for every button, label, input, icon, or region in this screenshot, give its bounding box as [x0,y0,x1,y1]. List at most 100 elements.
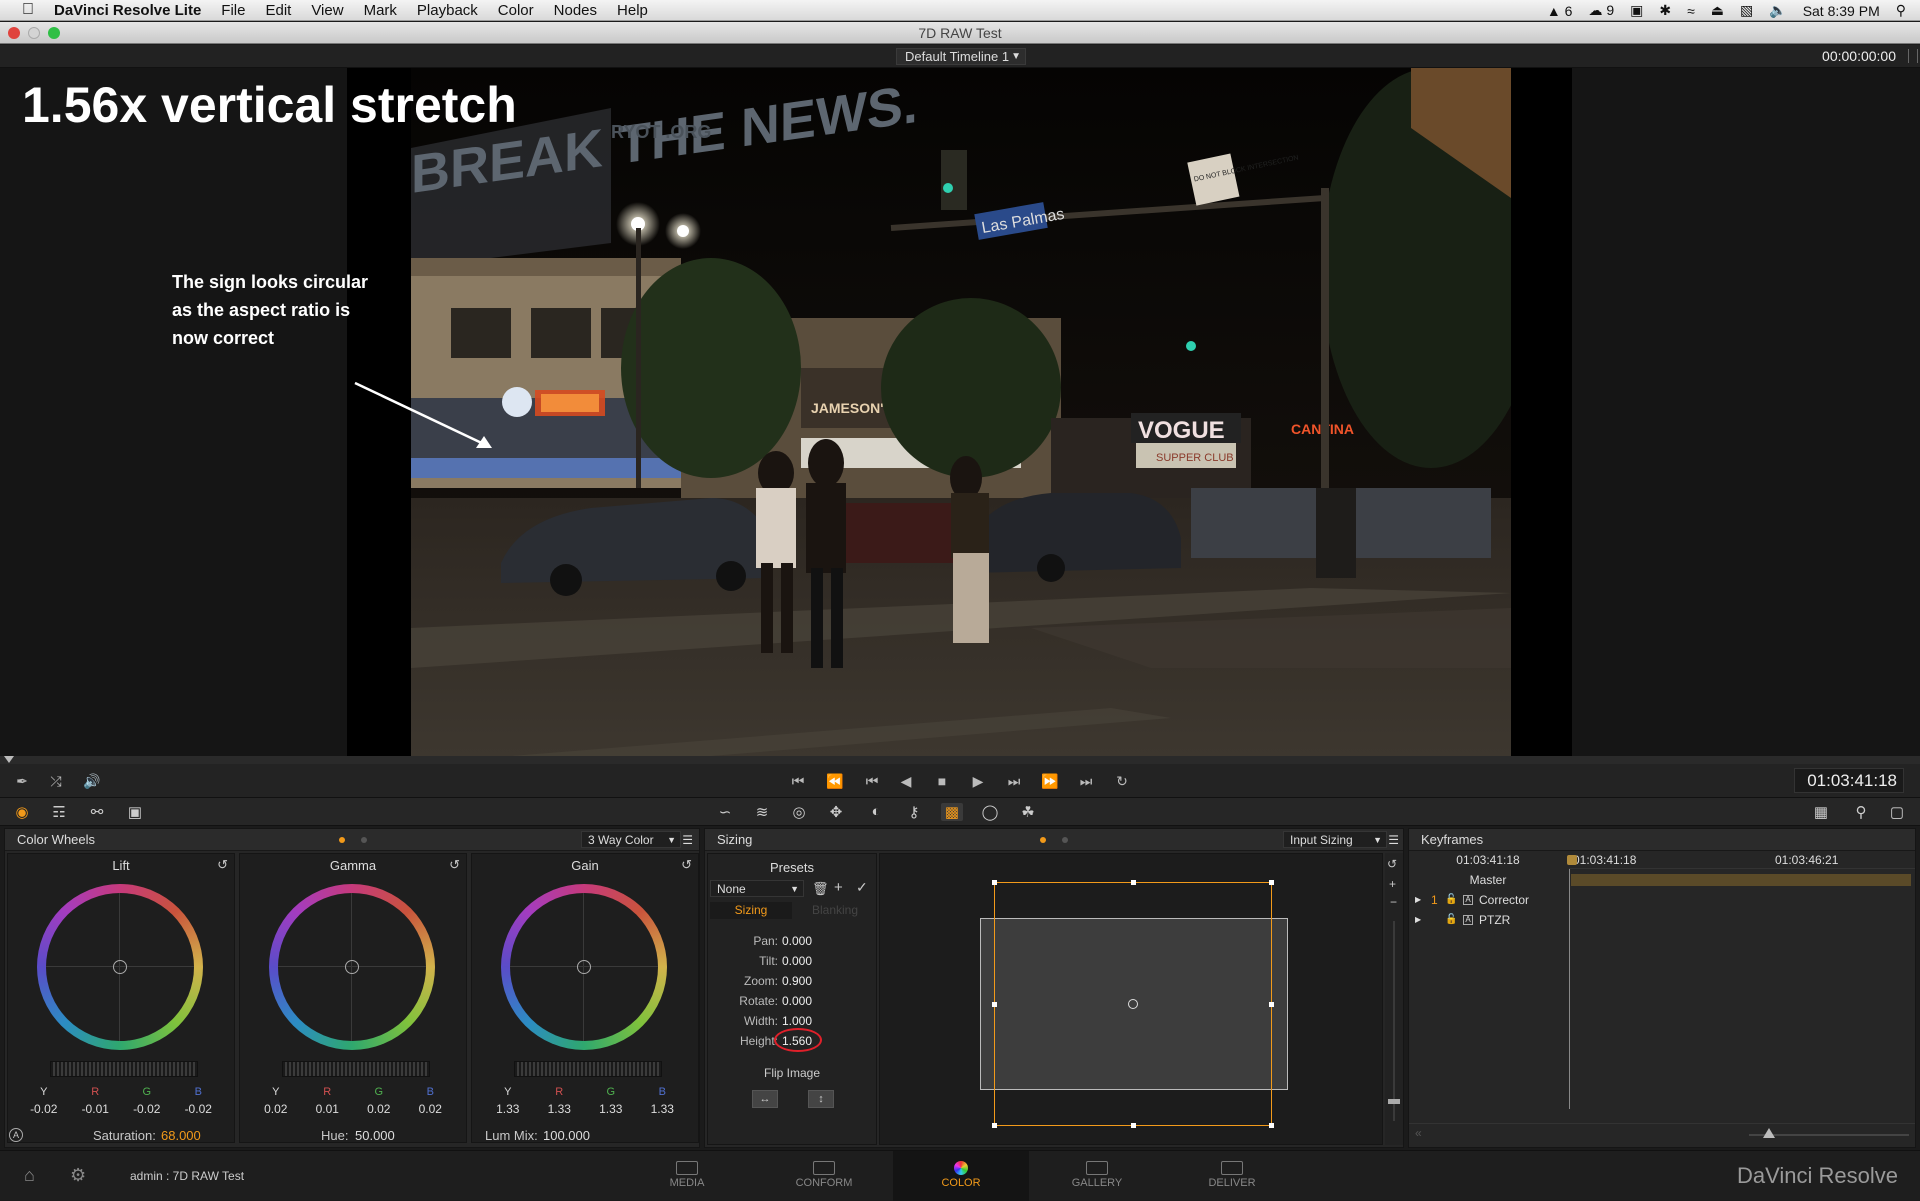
curves-icon[interactable]: ∽ [714,803,736,821]
gain-value-b[interactable]: 1.33 [642,1102,682,1116]
next-clip-icon[interactable]: ⏭ [1004,773,1024,790]
add-preset-icon[interactable]: + [834,879,843,896]
menu-file[interactable]: File [221,2,245,19]
lift-value-r[interactable]: -0.01 [75,1102,115,1116]
color-wheels-tab-icon[interactable]: ◉ [11,803,33,821]
rgb-mixer-icon[interactable]: ⚯ [86,803,108,821]
corner-handle[interactable] [992,880,997,885]
gamma-color-wheel[interactable] [269,884,435,1050]
shuffle-icon[interactable]: ⤮ [46,773,66,790]
menu-color[interactable]: Color [498,2,534,19]
reset-icon[interactable]: ↺ [217,857,228,873]
menu-view[interactable]: View [311,2,343,19]
auto-icon[interactable]: A [1463,915,1473,925]
track-master-bar[interactable] [1571,874,1911,886]
width-value[interactable]: 1.000 [782,1014,812,1028]
collapse-icon[interactable]: « [1415,1126,1422,1140]
fast-forward-icon[interactable]: ⏩ [1040,773,1060,790]
gamma-value-y[interactable]: 0.02 [256,1102,296,1116]
lift-master-wheel[interactable] [50,1061,198,1077]
zoom-slider-thumb[interactable] [1388,1099,1400,1104]
keyboard-icon[interactable]: ▧ [1740,2,1753,19]
page-dot[interactable] [361,837,367,843]
lift-color-wheel[interactable] [37,884,203,1050]
zoom-search-icon[interactable]: ⚲ [1850,803,1872,821]
expand-triangle-icon[interactable]: ▶ [1415,911,1421,929]
reset-icon[interactable]: ↺ [1387,857,1397,871]
close-window-button[interactable] [8,27,20,39]
loop-icon[interactable]: ↻ [1112,773,1132,790]
blur-icon[interactable]: ◐ [865,803,887,820]
keyframe-zoom-thumb[interactable] [1763,1128,1775,1138]
adobe-icon[interactable]: ▲ 6 [1547,3,1573,19]
edge-handle[interactable] [1131,1123,1136,1128]
creative-cloud-icon[interactable]: ☁ 9 [1588,2,1614,19]
center-handle[interactable] [1128,999,1138,1009]
output-frame[interactable] [992,880,1274,1128]
display-icon[interactable]: ▣ [1630,2,1643,19]
lift-puck[interactable] [113,960,127,974]
gain-value-r[interactable]: 1.33 [539,1102,579,1116]
home-icon[interactable]: ⌂ [24,1165,35,1186]
lum-mix-value[interactable]: 100.000 [543,1128,590,1143]
window-icon[interactable]: ◎ [788,803,810,821]
menu-edit[interactable]: Edit [265,2,291,19]
edge-handle[interactable] [1131,880,1136,885]
reset-icon[interactable]: ↺ [681,857,692,873]
zoom-window-button[interactable] [48,27,60,39]
qualifier-icon[interactable]: ≋ [751,803,773,821]
dropper-icon[interactable]: ☘ [1017,803,1039,821]
menu-help[interactable]: Help [617,2,648,19]
gamma-puck[interactable] [345,960,359,974]
zoom-out-icon[interactable]: − [1390,895,1397,909]
tilt-value[interactable]: 0.000 [782,954,812,968]
volume-icon[interactable]: 🔈 [1769,2,1786,19]
gamma-value-r[interactable]: 0.01 [307,1102,347,1116]
track-corrector[interactable]: ▶ 1 🔓 A Corrector [1409,891,1567,909]
tab-sizing[interactable]: Sizing [710,902,792,919]
gamma-value-b[interactable]: 0.02 [410,1102,450,1116]
stop-icon[interactable]: ■ [932,773,952,789]
minimize-window-button[interactable] [28,27,40,39]
zoom-slider-track[interactable] [1393,921,1395,1121]
pan-value[interactable]: 0.000 [782,934,812,948]
lift-value-b[interactable]: -0.02 [178,1102,218,1116]
settings-gear-icon[interactable]: ⚙ [70,1165,86,1186]
apply-preset-icon[interactable]: ✓ [856,879,868,896]
page-dot[interactable] [1062,837,1068,843]
corner-handle[interactable] [992,1123,997,1128]
camera-raw-icon[interactable]: ▣ [124,803,146,821]
tab-color[interactable]: COLOR [893,1151,1029,1201]
wifi-icon[interactable]: ≈ [1687,3,1695,19]
tab-conform[interactable]: CONFORM [764,1151,884,1201]
lift-value-g[interactable]: -0.02 [127,1102,167,1116]
scrub-bar[interactable] [0,756,1920,764]
first-frame-icon[interactable]: ⏮ [788,773,808,790]
auto-icon[interactable]: A [1463,895,1473,905]
play-icon[interactable]: ▶ [968,773,988,790]
sizing-icon[interactable]: ▩ [941,803,963,821]
layout-grid-icon[interactable]: ▦ [1810,803,1832,821]
panel-menu-icon[interactable]: ☰ [1388,829,1399,851]
auto-balance-icon[interactable]: A [9,1128,23,1142]
tab-gallery[interactable]: GALLERY [1037,1151,1157,1201]
corner-handle[interactable] [1269,1123,1274,1128]
edge-handle[interactable] [1269,1002,1274,1007]
preset-select[interactable]: None ▼ [710,880,804,897]
bluetooth-icon[interactable]: ✱ [1659,2,1671,19]
rotate-value[interactable]: 0.000 [782,994,812,1008]
timeline-select[interactable]: Default Timeline 1 ▼ [896,48,1026,65]
page-dot-active[interactable] [1040,837,1046,843]
flip-vertical-button[interactable]: ↕ [808,1090,834,1108]
reset-icon[interactable]: ↺ [449,857,460,873]
panel-menu-icon[interactable]: ☰ [682,829,693,851]
wheel-mode-select[interactable]: 3 Way Color ▼ [581,831,681,848]
tab-deliver[interactable]: DELIVER [1172,1151,1292,1201]
keyframe-ruler[interactable]: 01:03:41:18 01:03:46:21 [1567,853,1915,869]
sizing-mode-select[interactable]: Input Sizing ▼ [1283,831,1387,848]
rewind-icon[interactable]: ⏪ [825,773,845,790]
page-dot-active[interactable] [339,837,345,843]
saturation-value[interactable]: 68.000 [161,1128,201,1143]
gain-value-g[interactable]: 1.33 [591,1102,631,1116]
gamma-value-g[interactable]: 0.02 [359,1102,399,1116]
